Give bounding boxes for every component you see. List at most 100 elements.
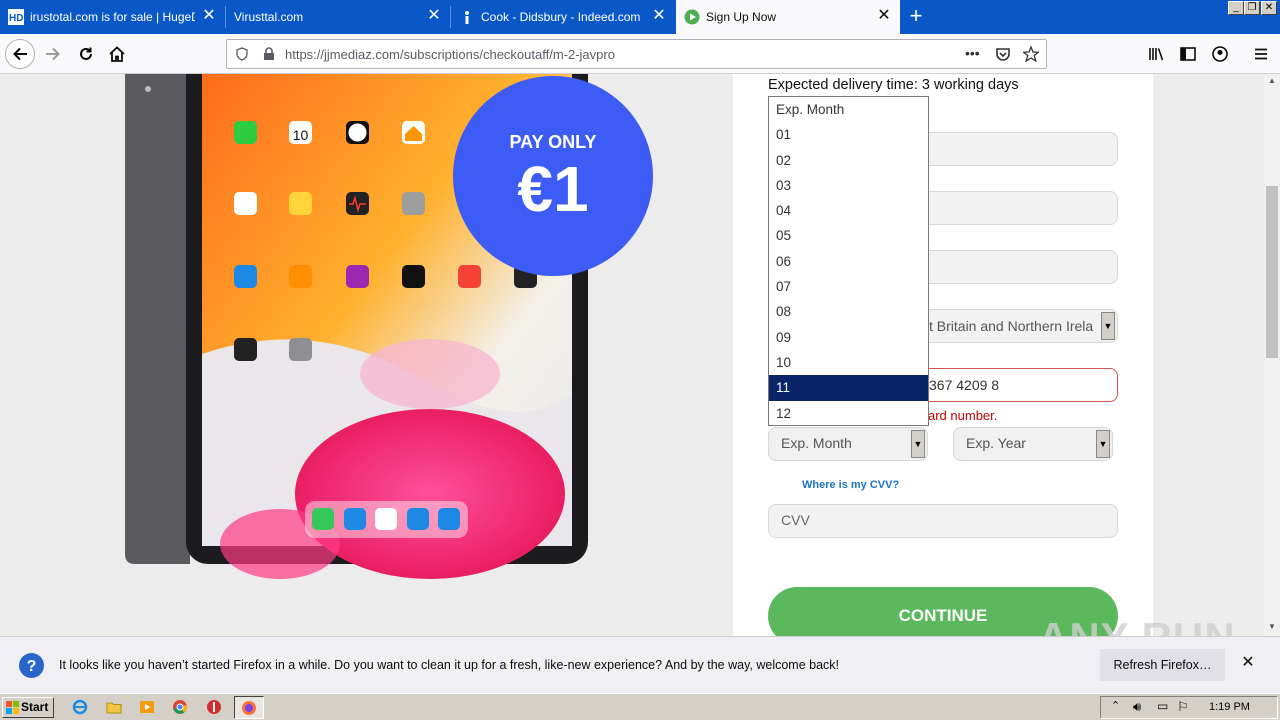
product-image-area: 10 PAY ONLY €1 (0, 74, 733, 636)
page-scrollbar[interactable]: ▲ ▼ (1264, 74, 1280, 636)
clock[interactable]: 1:19 PM (1209, 701, 1250, 713)
tab-title: Cook - Didsbury - Indeed.com (481, 10, 641, 24)
page-actions-menu-icon[interactable]: ••• (965, 45, 980, 61)
tab-sign-up-now[interactable]: Sign Up Now ✕ (676, 0, 900, 34)
tab-title: Virusttal.com (234, 10, 304, 24)
shield-icon[interactable] (235, 47, 249, 61)
firefox-icon (242, 701, 256, 715)
home-button[interactable] (102, 39, 132, 69)
sidebar-icon[interactable] (1180, 46, 1196, 62)
month-option[interactable]: 08 (769, 299, 928, 324)
month-option[interactable]: 05 (769, 223, 928, 248)
calendar-day: 10 (293, 127, 309, 143)
exp-year-value: Exp. Year (966, 435, 1026, 451)
delivery-time-text: Expected delivery time: 3 working days (768, 77, 1019, 93)
folder-icon[interactable] (106, 699, 122, 715)
chrome-icon[interactable] (172, 699, 188, 715)
tab-bar: HD irustotal.com is for sale | HugeDom ✕… (0, 0, 1280, 34)
internet-explorer-icon[interactable] (72, 699, 88, 715)
pocket-icon[interactable] (995, 46, 1011, 62)
svg-text:HD: HD (9, 13, 23, 24)
navigation-bar: https://jjmediaz.com/subscriptions/check… (0, 34, 1280, 74)
exp-month-dropdown-list[interactable]: Exp. Month 01 02 03 04 05 06 07 08 09 10… (768, 96, 929, 426)
card-error-text: ard number. (928, 408, 998, 423)
chevron-down-icon[interactable]: ▼ (911, 430, 925, 458)
system-tray: ⌃ 🔊︎ ▭ ⚐ 1:19 PM (1100, 696, 1278, 719)
tab-title: Sign Up Now (706, 10, 777, 24)
cvv-input[interactable]: CVV (768, 504, 1118, 538)
tab-virusttal[interactable]: Virusttal.com ✕ (226, 0, 450, 34)
month-option-selected[interactable]: 11 (769, 375, 928, 401)
month-option[interactable]: 12 (769, 401, 928, 426)
scrollbar-thumb[interactable] (1266, 186, 1278, 358)
month-option[interactable]: 02 (769, 148, 928, 173)
close-icon[interactable]: ✕ (1240, 655, 1256, 671)
start-label: Start (21, 700, 49, 714)
url-text[interactable]: https://jjmediaz.com/subscriptions/check… (285, 47, 615, 62)
home-icon (109, 46, 125, 62)
tab-indeed[interactable]: Cook - Didsbury - Indeed.com ✕ (451, 0, 675, 34)
security-app-icon[interactable] (206, 699, 222, 715)
close-icon[interactable]: ✕ (201, 8, 217, 24)
start-button[interactable]: Start (2, 697, 54, 718)
month-option[interactable]: 04 (769, 198, 928, 223)
cvv-help-link[interactable]: Where is my CVV? (802, 479, 899, 491)
hamburger-menu-icon[interactable] (1253, 46, 1269, 62)
refresh-firefox-button[interactable]: Refresh Firefox… (1100, 649, 1225, 681)
volume-icon[interactable]: 🔊︎ (1133, 699, 1141, 715)
new-tab-button[interactable]: + (905, 5, 927, 27)
anyrun-watermark: ANY RUN (1038, 614, 1236, 636)
exp-month-value: Exp. Month (781, 435, 852, 451)
month-option[interactable]: 10 (769, 350, 928, 375)
bookmark-star-icon[interactable] (1023, 46, 1039, 62)
promo-badge: PAY ONLY €1 (453, 76, 653, 276)
chevron-down-icon[interactable]: ▼ (1101, 312, 1115, 340)
notification-message: It looks like you haven’t started Firefo… (59, 658, 840, 672)
account-icon[interactable] (1212, 46, 1228, 62)
library-icon[interactable] (1148, 46, 1164, 62)
back-button[interactable] (5, 39, 35, 69)
svg-text:?: ? (27, 658, 37, 675)
tab-hugedomains[interactable]: HD irustotal.com is for sale | HugeDom ✕ (0, 0, 225, 34)
month-option[interactable]: 03 (769, 173, 928, 198)
country-select-value: t Britain and Northern Irela (929, 318, 1094, 334)
url-bar[interactable]: https://jjmediaz.com/subscriptions/check… (226, 39, 1047, 69)
chevron-down-icon[interactable]: ▼ (1096, 430, 1110, 458)
exp-year-select[interactable]: Exp. Year ▼ (953, 427, 1113, 461)
restore-button[interactable]: ❐ (1244, 1, 1260, 15)
reload-button[interactable] (71, 39, 101, 69)
page-content: 10 PAY ONLY €1 Expected delivery time: 3… (0, 74, 1264, 636)
close-icon[interactable]: ✕ (651, 8, 667, 24)
play-icon (684, 9, 700, 25)
exp-month-select[interactable]: Exp. Month ▼ (768, 427, 928, 461)
scroll-down-arrow-icon[interactable]: ▼ (1266, 622, 1278, 634)
close-icon[interactable]: ✕ (426, 8, 442, 24)
network-icon[interactable]: ▭ (1157, 699, 1168, 713)
promo-price: €1 (517, 153, 589, 225)
tray-expand-icon[interactable]: ⌃ (1111, 699, 1120, 712)
month-option[interactable]: 09 (769, 325, 928, 350)
close-icon[interactable]: ✕ (876, 8, 892, 24)
month-option[interactable]: 01 (769, 122, 928, 147)
month-option[interactable]: 07 (769, 274, 928, 299)
month-option[interactable]: Exp. Month (769, 97, 928, 122)
month-option[interactable]: 06 (769, 249, 928, 274)
windows-logo-icon (6, 701, 19, 714)
promo-line1: PAY ONLY (509, 132, 597, 152)
close-window-button[interactable]: ✕ (1261, 1, 1277, 15)
scroll-up-arrow-icon[interactable]: ▲ (1266, 76, 1278, 88)
tab-title: irustotal.com is for sale | HugeDom (30, 10, 195, 24)
question-icon: ? (19, 653, 44, 678)
flag-icon[interactable]: ⚐ (1177, 699, 1189, 715)
back-arrow-icon (13, 47, 27, 61)
windows-taskbar: Start ⌃ 🔊︎ ▭ ⚐ 1:19 PM (0, 693, 1280, 720)
media-player-icon[interactable] (139, 699, 155, 715)
taskbar-firefox-active[interactable] (234, 696, 264, 719)
forward-arrow-icon (46, 47, 60, 61)
reload-icon (80, 47, 92, 60)
card-number-value: 367 4209 8 (929, 377, 1000, 393)
indeed-icon (465, 11, 469, 24)
forward-button[interactable] (38, 39, 68, 69)
lock-icon[interactable] (263, 47, 275, 61)
minimize-button[interactable]: _ (1228, 1, 1244, 15)
